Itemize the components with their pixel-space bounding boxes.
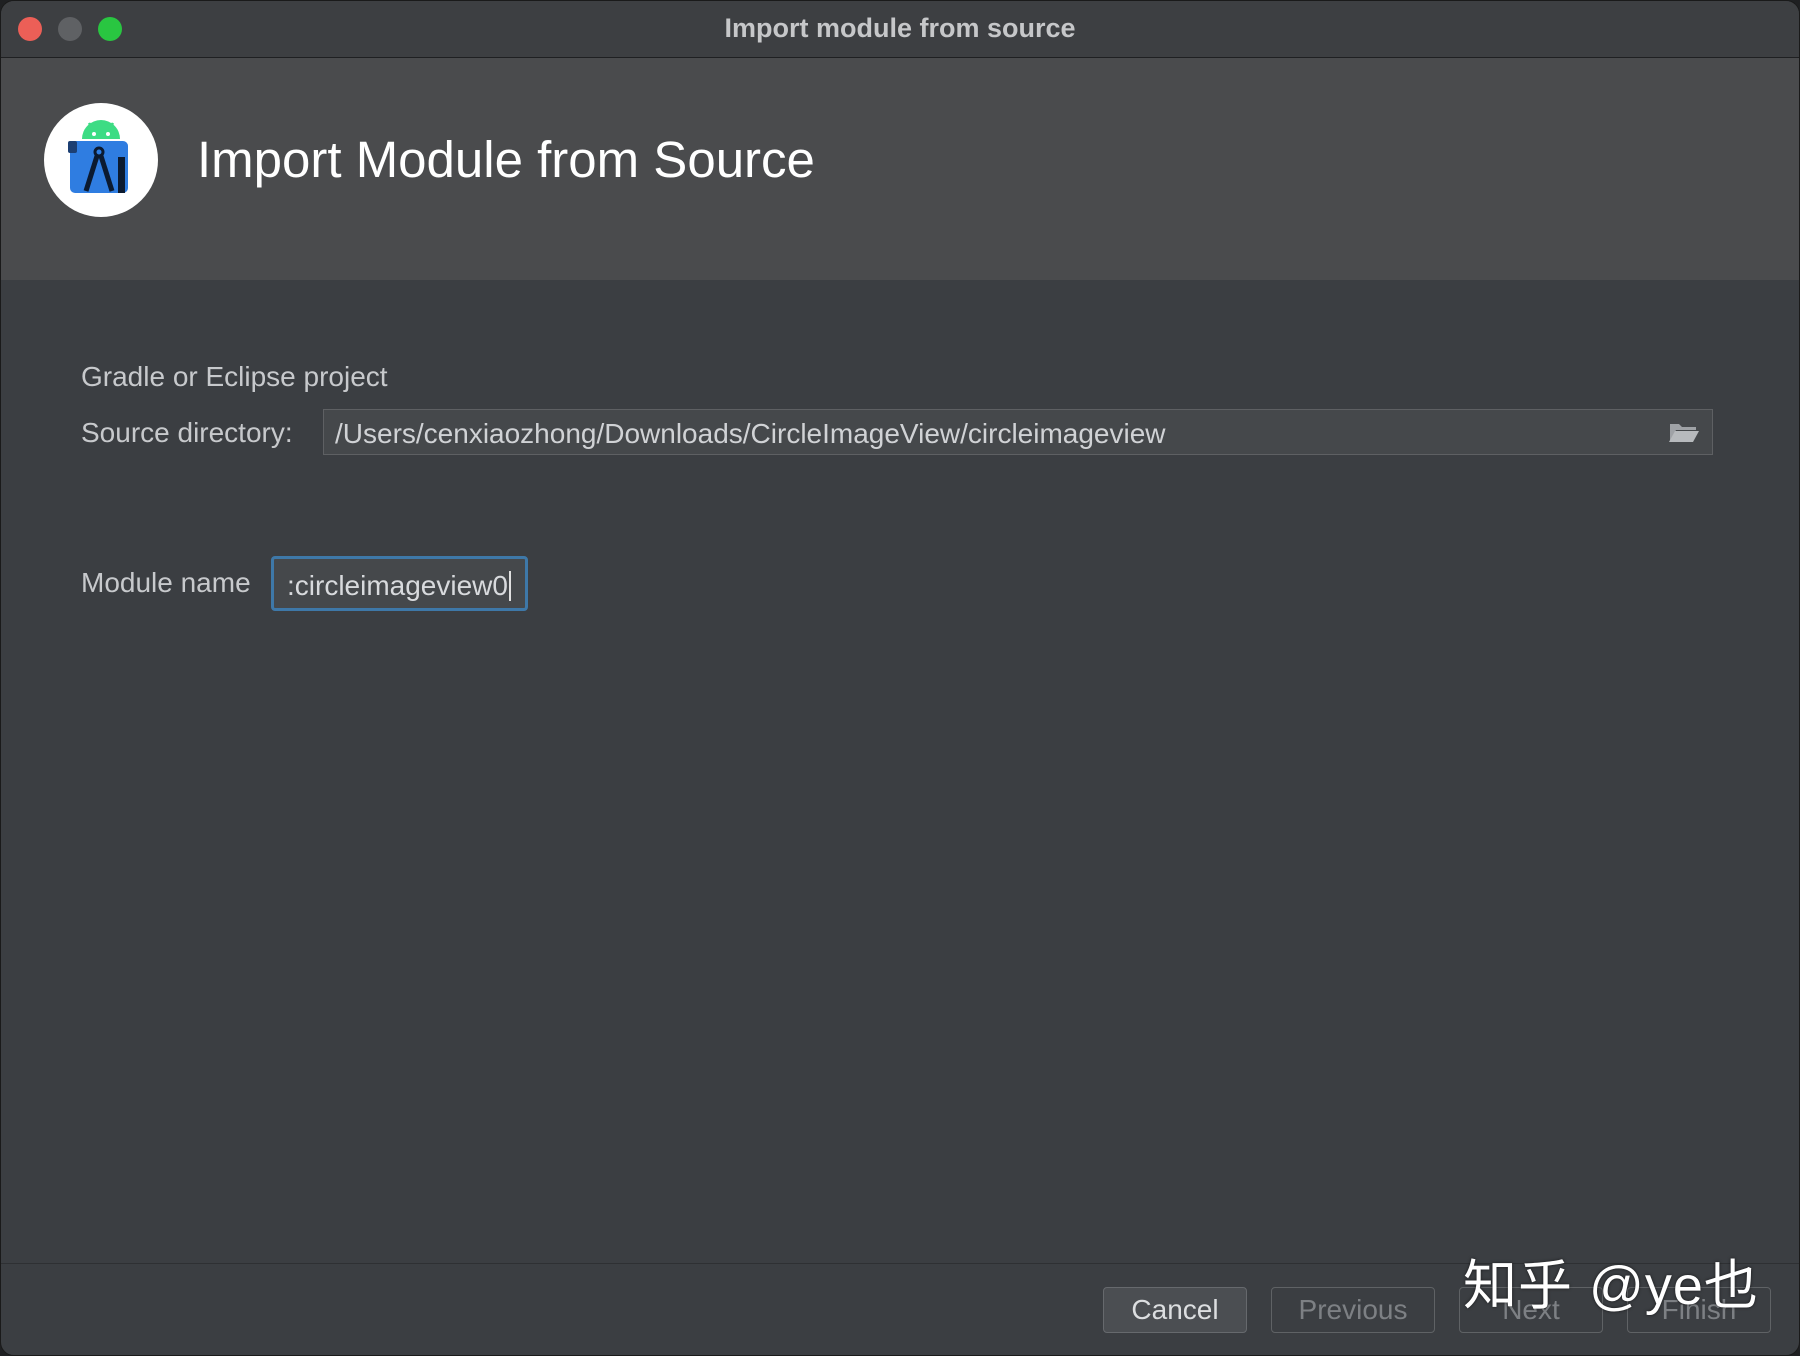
import-module-dialog: Import module from source Import Module	[0, 0, 1800, 1356]
android-studio-icon	[44, 103, 158, 217]
section-label: Gradle or Eclipse project	[81, 361, 388, 392]
module-name-text: :circleimageview0	[287, 570, 508, 601]
module-name-label: Module name	[81, 567, 251, 598]
source-directory-label: Source directory:	[81, 417, 293, 448]
module-name-input[interactable]: :circleimageview0	[271, 556, 528, 611]
source-directory-field[interactable]: /Users/cenxiaozhong/Downloads/CircleImag…	[323, 409, 1713, 455]
previous-button[interactable]: Previous	[1271, 1287, 1435, 1333]
folder-open-icon[interactable]	[1668, 420, 1700, 449]
dialog-heading: Import Module from Source	[197, 131, 815, 188]
source-directory-value[interactable]: /Users/cenxiaozhong/Downloads/CircleImag…	[335, 418, 1166, 450]
module-name-value[interactable]: :circleimageview0	[287, 570, 511, 602]
cancel-button[interactable]: Cancel	[1103, 1287, 1247, 1333]
text-caret	[508, 571, 511, 601]
window-title: Import module from source	[724, 13, 1076, 43]
dialog-header: Import Module from Source	[1, 58, 1799, 280]
watermark: 知乎 @ye也	[1463, 1256, 1759, 1316]
title-bar[interactable]: Import module from source	[1, 1, 1799, 58]
